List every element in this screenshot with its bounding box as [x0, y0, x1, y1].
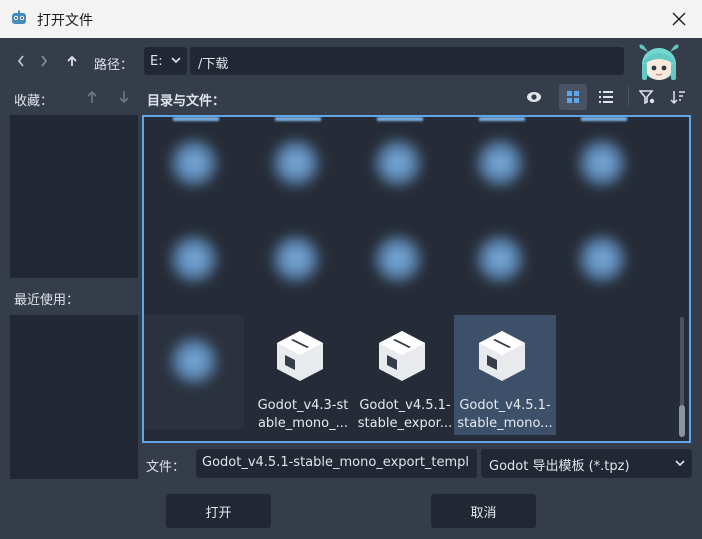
path-input[interactable]: /下载 [190, 47, 624, 75]
back-button[interactable] [12, 51, 30, 71]
arrow-down-icon [119, 91, 129, 104]
file-type-value: Godot 导出模板 (*.tpz) [489, 459, 630, 474]
eye-icon [527, 92, 541, 102]
list-view-button[interactable] [594, 85, 618, 109]
mascot-avatar-icon [639, 44, 679, 80]
package-icon [479, 331, 525, 381]
forward-button[interactable] [35, 51, 53, 71]
drive-select[interactable]: E: [144, 47, 187, 75]
scrollbar-thumb[interactable] [679, 405, 685, 437]
file-label: 文件： [146, 460, 186, 475]
drive-value: E: [150, 53, 163, 69]
recent-label: 最近使用： [14, 293, 80, 308]
up-button[interactable] [62, 51, 82, 71]
filter-button[interactable] [636, 85, 658, 109]
window-title: 打开文件 [37, 13, 93, 29]
file-name: Godot_v4.5.1- stable_expor... [357, 398, 453, 431]
move-favorite-down-button[interactable] [116, 87, 132, 107]
favorites-label: 收藏： [14, 94, 54, 109]
grid-view-button[interactable] [559, 84, 587, 110]
path-label: 路径： [94, 58, 134, 73]
file-thumbnail[interactable] [450, 117, 550, 217]
title-bar: 打开文件 [0, 0, 702, 38]
close-button[interactable] [656, 0, 702, 38]
chevron-right-icon [41, 55, 48, 67]
file-thumbnail[interactable] [144, 213, 244, 313]
file-thumbnail[interactable] [450, 213, 550, 313]
godot-app-icon [12, 10, 26, 24]
file-item[interactable]: Godot_v4.3-st able_mono_... [252, 315, 354, 435]
file-name: Godot_v4.3-st able_mono_... [257, 398, 349, 431]
package-icon [379, 331, 425, 381]
favorites-list[interactable] [10, 115, 138, 278]
file-item[interactable]: Godot_v4.5.1- stable_expor... [354, 315, 456, 435]
chevron-left-icon [17, 55, 24, 67]
file-thumbnail[interactable] [552, 213, 652, 313]
open-button[interactable]: 打开 [166, 494, 271, 528]
dialog-body: 路径： E: /下载 收藏： 目录与文件： 最近使用： Godot_v4.3-s… [0, 38, 702, 539]
chevron-down-icon [675, 460, 685, 467]
list-icon [599, 91, 613, 103]
cancel-button[interactable]: 取消 [431, 494, 536, 528]
arrow-up-icon [67, 55, 77, 66]
package-icon [277, 331, 323, 381]
toggle-hidden-button[interactable] [523, 86, 545, 108]
file-type-select[interactable]: Godot 导出模板 (*.tpz) [481, 449, 692, 478]
sort-icon [670, 91, 685, 105]
sort-button[interactable] [666, 85, 690, 109]
file-thumbnail[interactable] [552, 117, 652, 217]
files-label: 目录与文件： [147, 94, 226, 109]
file-thumbnail[interactable] [246, 117, 346, 217]
close-icon [672, 12, 686, 26]
file-grid[interactable]: Godot_v4.3-st able_mono_... Godot_v4.5.1… [142, 115, 691, 443]
filter-icon [639, 90, 655, 104]
recent-list[interactable] [10, 315, 138, 479]
file-thumbnail[interactable] [144, 117, 244, 217]
file-name: Godot_v4.5.1- stable_mono... [457, 398, 553, 431]
toolbar-divider [628, 86, 629, 106]
file-thumbnail[interactable] [348, 117, 448, 217]
file-name-input[interactable]: Godot_v4.5.1-stable_mono_export_templ [196, 449, 477, 478]
file-thumbnail[interactable] [144, 315, 244, 429]
grid-icon [567, 91, 579, 103]
file-thumbnail[interactable] [246, 213, 346, 313]
chevron-down-icon [171, 57, 181, 64]
file-thumbnail[interactable] [348, 213, 448, 313]
file-item-selected[interactable]: Godot_v4.5.1- stable_mono... [454, 315, 556, 435]
arrow-up-icon [87, 90, 97, 103]
move-favorite-up-button[interactable] [84, 87, 100, 107]
